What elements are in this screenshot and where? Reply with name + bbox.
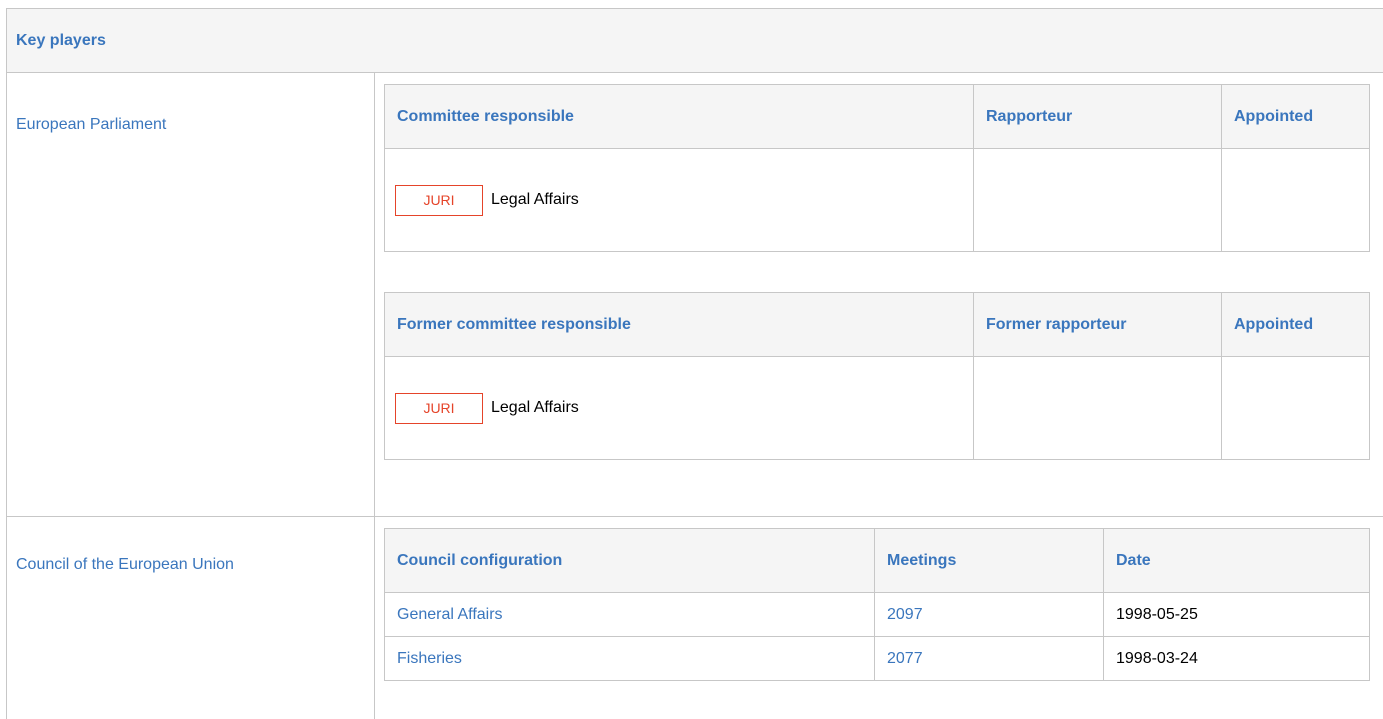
meeting-link[interactable]: 2097 [874,592,1104,637]
committee-row: JURI Legal Affairs [384,148,1370,252]
table-row: Fisheries 2077 1998-03-24 [384,636,1370,681]
council-configuration-header: Council configuration [384,528,875,593]
committee-table: Committee responsible Rapporteur Appoint… [384,84,1370,252]
former-committee-table-header: Former committee responsible Former rapp… [384,292,1370,357]
configuration-link[interactable]: General Affairs [384,592,875,637]
council-table-header: Council configuration Meetings Date [384,528,1370,593]
appointed-cell [1221,148,1370,252]
former-appointed-cell [1221,356,1370,460]
former-committee-badge[interactable]: JURI [395,392,483,424]
parliament-link[interactable]: European Parliament [16,116,166,134]
committee-badge[interactable]: JURI [395,184,483,216]
former-committee-name: Legal Affairs [491,399,579,416]
council-link[interactable]: Council of the European Union [16,556,234,574]
key-players-panel: Key players European Parliament Committe… [6,8,1383,719]
section-header: Key players [7,9,1383,73]
appointed-header: Appointed [1221,84,1370,149]
table-row: General Affairs 2097 1998-05-25 [384,592,1370,637]
former-committee-table: Former committee responsible Former rapp… [384,292,1370,460]
committee-table-header: Committee responsible Rapporteur Appoint… [384,84,1370,149]
rapporteur-header: Rapporteur [973,84,1222,149]
committee-name: Legal Affairs [491,191,579,208]
council-cell: Council of the European Union [7,517,375,719]
committee-cell: JURI Legal Affairs [384,148,974,252]
former-committee-row: JURI Legal Affairs [384,356,1370,460]
meeting-date: 1998-03-24 [1103,636,1370,681]
configuration-link[interactable]: Fisheries [384,636,875,681]
former-rapporteur-cell [973,356,1222,460]
meeting-date: 1998-05-25 [1103,592,1370,637]
former-committee-header: Former committee responsible [384,292,974,357]
former-rapporteur-header: Former rapporteur [973,292,1222,357]
former-committee-cell: JURI Legal Affairs [384,356,974,460]
meetings-header: Meetings [874,528,1104,593]
parliament-cell: European Parliament [7,73,375,516]
council-row: Council of the European Union Council co… [7,517,1383,719]
parliament-row: European Parliament Committee responsibl… [7,73,1383,517]
former-appointed-header: Appointed [1221,292,1370,357]
council-table: Council configuration Meetings Date Gene… [384,528,1370,681]
date-header: Date [1103,528,1370,593]
section-title: Key players [16,31,106,49]
meeting-link[interactable]: 2077 [874,636,1104,681]
rapporteur-cell [973,148,1222,252]
committee-header: Committee responsible [384,84,974,149]
